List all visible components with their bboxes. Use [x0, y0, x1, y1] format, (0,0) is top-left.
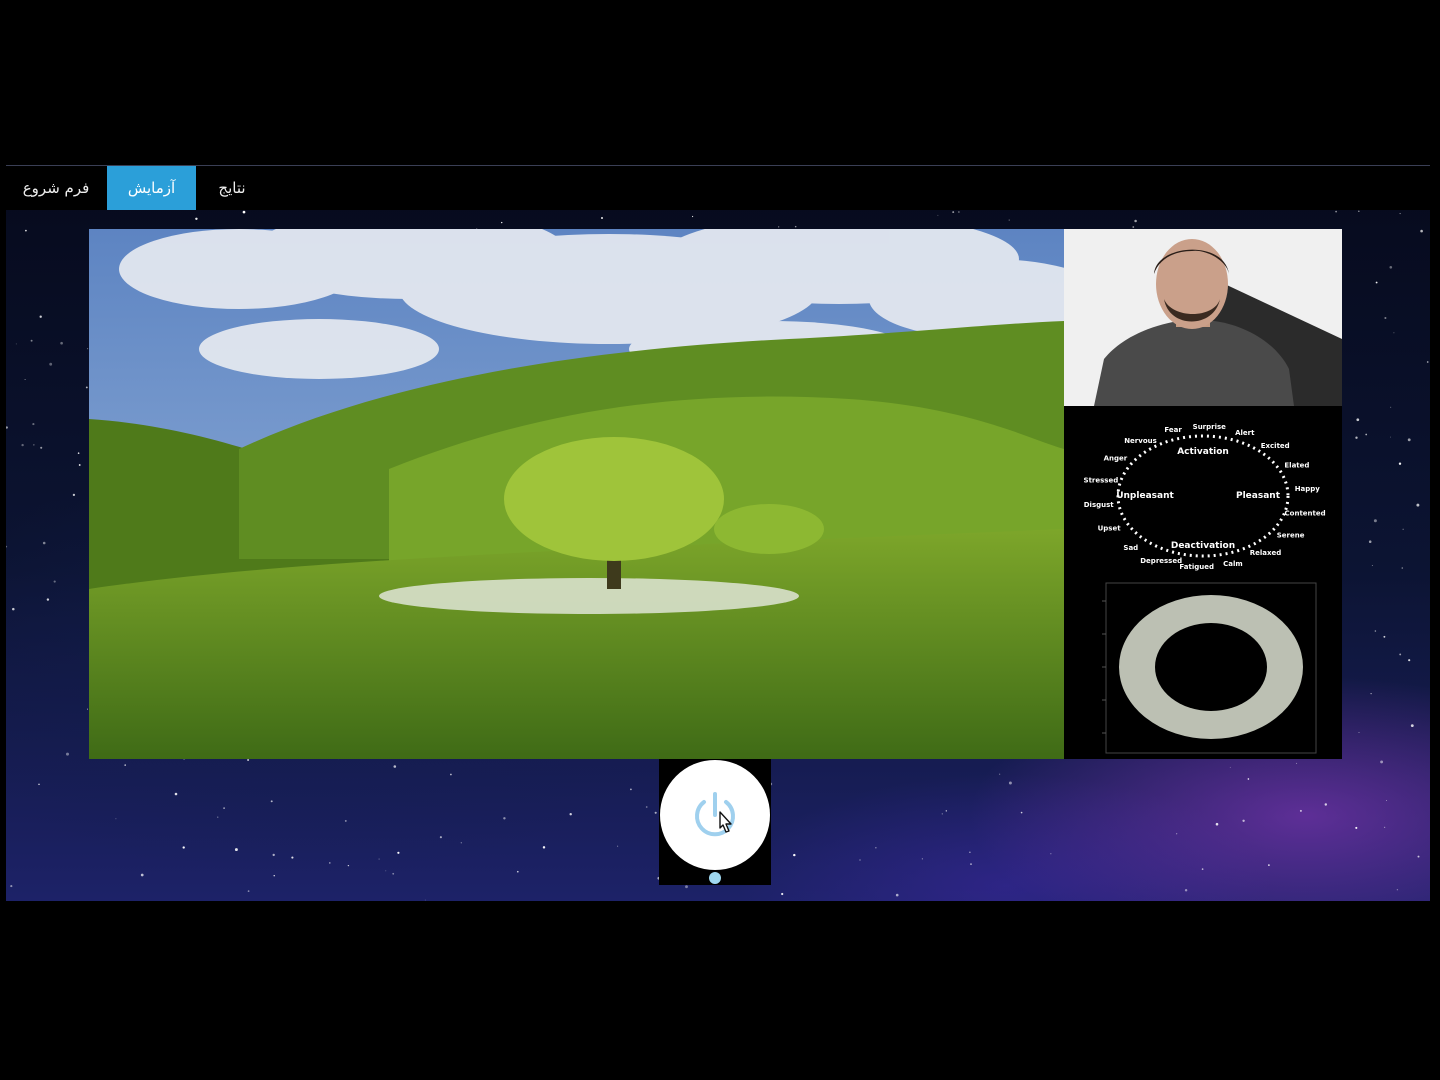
tab-experiment[interactable]: آزمایش	[107, 166, 196, 210]
webcam-feed	[1064, 229, 1342, 406]
stimulus-image	[89, 229, 1064, 759]
emotion-label: Stressed	[1084, 477, 1119, 485]
tab-results[interactable]: نتایج	[196, 166, 268, 210]
emotion-label: Serene	[1277, 532, 1305, 540]
control-panel	[659, 759, 771, 885]
emotion-label: Contented	[1285, 509, 1326, 517]
emotion-label: Elated	[1284, 462, 1309, 470]
power-icon	[695, 792, 735, 837]
emotion-label: Surprise	[1193, 423, 1227, 431]
emotion-label: Alert	[1235, 429, 1255, 437]
axis-label-top: Activation	[1177, 447, 1229, 457]
tab-start-form[interactable]: فرم شروع	[6, 166, 106, 210]
axis-label-right: Pleasant	[1236, 491, 1281, 501]
emotion-label: Calm	[1223, 560, 1243, 568]
axis-label-left: Unpleasant	[1116, 491, 1174, 501]
emotion-label: Nervous	[1124, 437, 1157, 445]
status-dot	[709, 872, 721, 884]
top-navbar: فرم شروع آزمایش نتایج	[6, 166, 1430, 210]
axis-label-bottom: Deactivation	[1171, 541, 1235, 551]
emotion-label: Depressed	[1140, 557, 1182, 565]
emotion-label: Relaxed	[1250, 549, 1282, 557]
emotion-label: Upset	[1098, 524, 1122, 532]
emotion-label: Fear	[1164, 426, 1182, 434]
emotion-circumplex: Activation Deactivation Unpleasant Pleasant…	[1064, 406, 1342, 576]
emotion-label: Fatigued	[1179, 563, 1214, 571]
emotion-label: Anger	[1104, 454, 1128, 462]
power-button[interactable]	[660, 760, 770, 870]
emotion-label: Sad	[1123, 544, 1138, 552]
emotion-label: Excited	[1261, 442, 1290, 450]
emotion-label: Happy	[1295, 485, 1321, 493]
app-window: فرم شروع آزمایش نتایج Activation Deactiv…	[6, 165, 1430, 901]
emotion-label: Disgust	[1084, 501, 1115, 509]
emotion-ring-chart	[1064, 576, 1342, 759]
